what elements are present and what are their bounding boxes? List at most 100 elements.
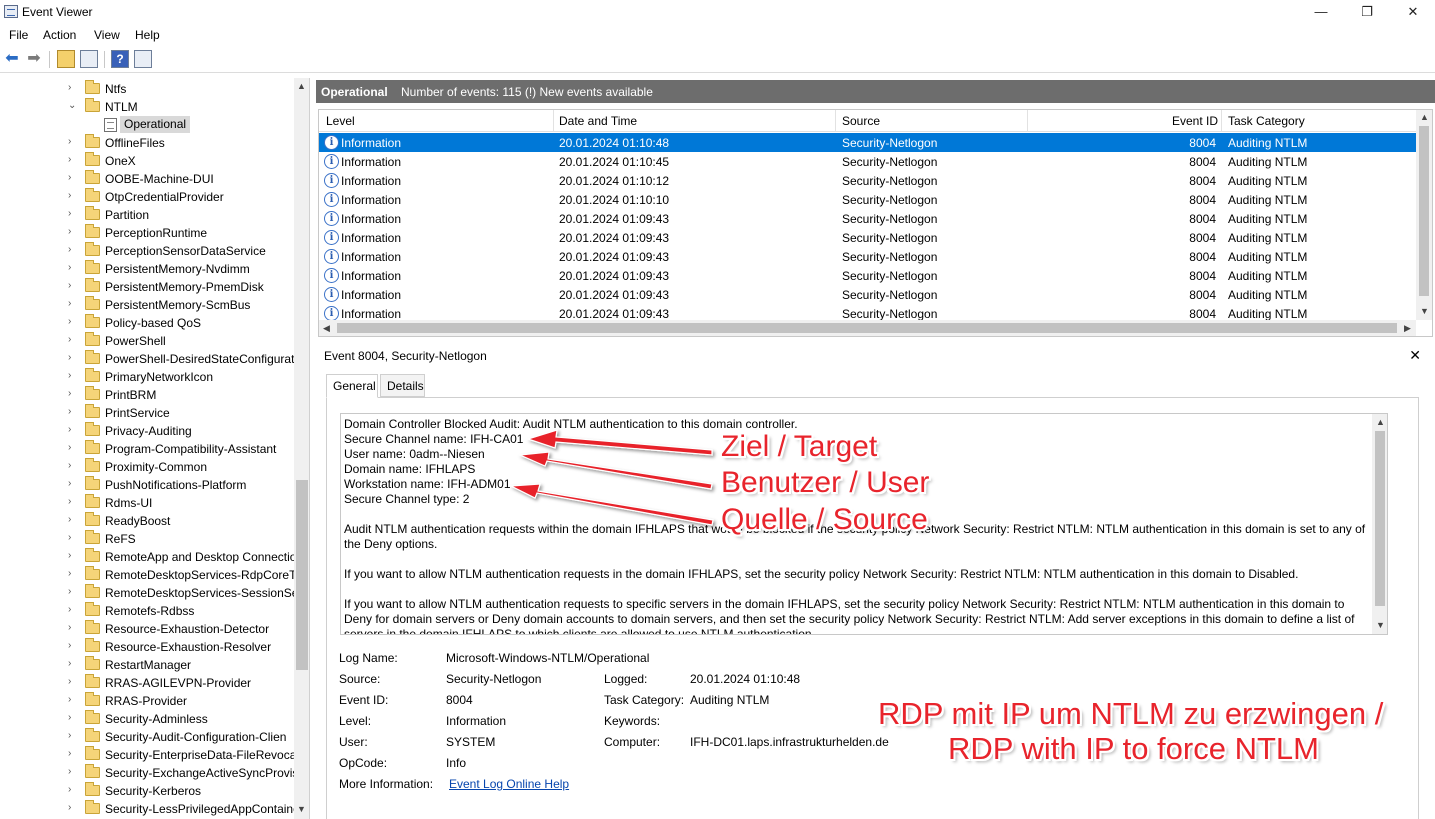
chevron-right-icon[interactable]: › (68, 640, 78, 651)
table-row[interactable]: i Information 20.01.2024 01:09:43 Security-… (319, 285, 1416, 304)
tree-item[interactable]: › PushNotifications-Platform (0, 476, 294, 494)
chevron-right-icon[interactable]: › (68, 208, 78, 219)
tree-item-operational[interactable]: Operational (0, 116, 294, 134)
chevron-right-icon[interactable]: › (68, 658, 78, 669)
tree-item[interactable]: › RemoteDesktopServices-RdpCoreTS (0, 566, 294, 584)
tree-item[interactable]: › PersistentMemory-PmemDisk (0, 278, 294, 296)
chevron-right-icon[interactable]: › (68, 802, 78, 813)
chevron-right-icon[interactable]: › (68, 766, 78, 777)
chevron-right-icon[interactable]: › (68, 172, 78, 183)
tree-item[interactable]: › Resource-Exhaustion-Detector (0, 620, 294, 638)
show-hide-tree-icon[interactable] (80, 50, 98, 68)
chevron-right-icon[interactable]: › (68, 244, 78, 255)
chevron-right-icon[interactable]: › (68, 676, 78, 687)
grid-vertical-scrollbar[interactable]: ▲ ▼ (1416, 110, 1432, 320)
table-row[interactable]: i Information 20.01.2024 01:09:43 Security-… (319, 228, 1416, 247)
tree-item[interactable]: › Proximity-Common (0, 458, 294, 476)
tree-item[interactable]: › OneX (0, 152, 294, 170)
chevron-right-icon[interactable]: › (68, 136, 78, 147)
tree-item[interactable]: › Privacy-Auditing (0, 422, 294, 440)
col-date[interactable]: Date and Time (559, 114, 637, 128)
chevron-right-icon[interactable]: › (68, 496, 78, 507)
tree-item[interactable]: › Remotefs-Rdbss (0, 602, 294, 620)
chevron-right-icon[interactable]: › (68, 82, 78, 93)
description-scrollbar[interactable]: ▲ ▼ (1372, 414, 1387, 634)
tree-item[interactable]: › RRAS-Provider (0, 692, 294, 710)
table-row[interactable]: i Information 20.01.2024 01:09:43 Security-… (319, 247, 1416, 266)
menu-help[interactable]: Help (135, 28, 160, 42)
maximize-button[interactable]: ❐ (1344, 0, 1390, 25)
chevron-right-icon[interactable]: › (68, 226, 78, 237)
tree-item[interactable]: › PerceptionSensorDataService (0, 242, 294, 260)
chevron-right-icon[interactable]: › (68, 406, 78, 417)
chevron-right-icon[interactable]: › (68, 784, 78, 795)
back-arrow-icon[interactable]: ⬅ (3, 50, 21, 68)
tree-item[interactable]: › PersistentMemory-Nvdimm (0, 260, 294, 278)
menu-view[interactable]: View (94, 28, 120, 42)
chevron-right-icon[interactable]: › (68, 370, 78, 381)
tree-item[interactable]: › Security-Adminless (0, 710, 294, 728)
col-event-id[interactable]: Event ID (1172, 114, 1218, 128)
chevron-right-icon[interactable]: › (68, 712, 78, 723)
table-row[interactable]: i Information 20.01.2024 01:10:12 Security-… (319, 171, 1416, 190)
menu-file[interactable]: File (9, 28, 28, 42)
tree-item[interactable]: › OfflineFiles (0, 134, 294, 152)
tree-scroll-thumb[interactable] (296, 480, 308, 670)
tree-item[interactable]: › Security-EnterpriseData-FileRevocat (0, 746, 294, 764)
col-source[interactable]: Source (842, 114, 880, 128)
help-icon[interactable]: ? (111, 50, 129, 68)
action-pane-icon[interactable] (134, 50, 152, 68)
event-log-online-help-link[interactable]: Event Log Online Help (449, 777, 569, 791)
close-button[interactable]: ✕ (1390, 0, 1435, 25)
tree-item[interactable]: › Security-LessPrivilegedAppContainer (0, 800, 294, 818)
close-detail-icon[interactable]: ✕ (1409, 347, 1421, 364)
chevron-right-icon[interactable]: › (68, 442, 78, 453)
tree-item[interactable]: › Partition (0, 206, 294, 224)
tree-item[interactable]: › Security-Audit-Configuration-Clien (0, 728, 294, 746)
tree-item[interactable]: › PrimaryNetworkIcon (0, 368, 294, 386)
tab-general[interactable]: General (326, 374, 378, 398)
table-row[interactable]: i Information 20.01.2024 01:10:48 Security-… (319, 133, 1416, 152)
chevron-right-icon[interactable]: › (68, 154, 78, 165)
chevron-right-icon[interactable]: › (68, 730, 78, 741)
col-task-category[interactable]: Task Category (1228, 114, 1305, 128)
tree-item[interactable]: › RemoteDesktopServices-SessionSer (0, 584, 294, 602)
chevron-right-icon[interactable]: › (68, 748, 78, 759)
chevron-right-icon[interactable]: › (68, 388, 78, 399)
tree-item[interactable]: › Security-Kerberos (0, 782, 294, 800)
chevron-right-icon[interactable]: › (68, 532, 78, 543)
chevron-right-icon[interactable]: › (68, 262, 78, 273)
tree-item[interactable]: ⌄ NTLM (0, 98, 294, 116)
tree-item[interactable]: › PowerShell (0, 332, 294, 350)
tree-scrollbar[interactable]: ▲ ▼ (294, 78, 309, 819)
chevron-right-icon[interactable]: › (68, 334, 78, 345)
tree-item[interactable]: › Rdms-UI (0, 494, 294, 512)
chevron-right-icon[interactable]: › (68, 568, 78, 579)
tree-item[interactable]: › Policy-based QoS (0, 314, 294, 332)
tree-item[interactable]: › PowerShell-DesiredStateConfigurati (0, 350, 294, 368)
chevron-right-icon[interactable]: › (68, 316, 78, 327)
tree-item[interactable]: › PrintService (0, 404, 294, 422)
chevron-right-icon[interactable]: › (68, 622, 78, 633)
tree-item[interactable]: › RestartManager (0, 656, 294, 674)
chevron-right-icon[interactable]: › (68, 514, 78, 525)
chevron-right-icon[interactable]: › (68, 550, 78, 561)
tree-item[interactable]: › PrintBRM (0, 386, 294, 404)
chevron-right-icon[interactable]: › (68, 604, 78, 615)
chevron-right-icon[interactable]: › (68, 460, 78, 471)
table-row[interactable]: i Information 20.01.2024 01:10:10 Security-… (319, 190, 1416, 209)
tree-item[interactable]: › RRAS-AGILEVPN-Provider (0, 674, 294, 692)
forward-arrow-icon[interactable]: ➡ (25, 50, 43, 68)
table-row[interactable]: i Information 20.01.2024 01:09:43 Security-… (319, 266, 1416, 285)
col-level[interactable]: Level (326, 114, 355, 128)
tree-item[interactable]: › Ntfs (0, 80, 294, 98)
chevron-right-icon[interactable]: › (68, 280, 78, 291)
up-folder-icon[interactable] (57, 50, 75, 68)
tab-details[interactable]: Details (380, 374, 425, 397)
tree-item[interactable]: › OOBE-Machine-DUI (0, 170, 294, 188)
tree-item[interactable]: › PerceptionRuntime (0, 224, 294, 242)
chevron-down-icon[interactable]: ⌄ (68, 100, 78, 111)
grid-horizontal-scrollbar[interactable]: ◀ ▶ (319, 320, 1416, 336)
tree-item[interactable]: › Program-Compatibility-Assistant (0, 440, 294, 458)
tree-item[interactable]: › ReadyBoost (0, 512, 294, 530)
